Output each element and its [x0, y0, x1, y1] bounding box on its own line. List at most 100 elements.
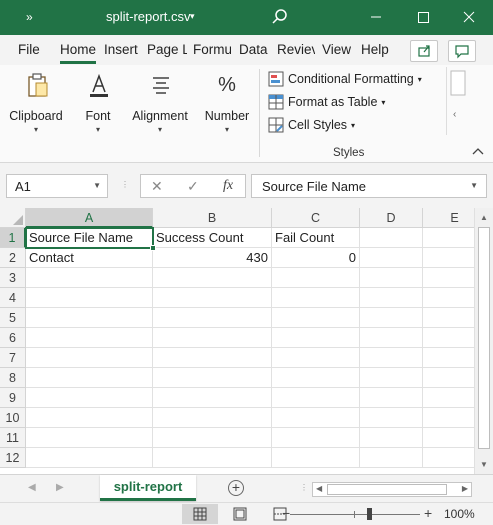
close-icon[interactable] — [458, 7, 480, 27]
normal-view-button[interactable] — [182, 504, 218, 524]
alignment-group[interactable]: Alignment ▾ — [130, 69, 190, 134]
cell-c3[interactable] — [272, 268, 360, 288]
cell-d11[interactable] — [360, 428, 423, 448]
cell-d1[interactable] — [360, 228, 423, 248]
cell-a8[interactable] — [26, 368, 153, 388]
row-header-9[interactable]: 9 — [0, 388, 26, 408]
column-header-b[interactable]: B — [153, 208, 272, 228]
cell-d4[interactable] — [360, 288, 423, 308]
tab-file[interactable]: File — [18, 42, 40, 57]
scroll-down-icon[interactable]: ▼ — [480, 460, 488, 469]
cell-e7[interactable] — [423, 348, 474, 368]
zoom-level[interactable]: 100% — [444, 507, 475, 521]
cell-e4[interactable] — [423, 288, 474, 308]
row-header-12[interactable]: 12 — [0, 448, 26, 468]
row-header-11[interactable]: 11 — [0, 428, 26, 448]
scroll-up-icon[interactable]: ▲ — [480, 213, 488, 222]
cell-c10[interactable] — [272, 408, 360, 428]
row-header-10[interactable]: 10 — [0, 408, 26, 428]
zoom-slider-thumb[interactable] — [367, 508, 372, 520]
cell-b9[interactable] — [153, 388, 272, 408]
cell-d8[interactable] — [360, 368, 423, 388]
cell-c4[interactable] — [272, 288, 360, 308]
clipboard-group[interactable]: Clipboard ▾ — [8, 69, 64, 134]
horizontal-scroll-thumb[interactable] — [327, 484, 447, 495]
share-button[interactable] — [410, 40, 438, 62]
tab-help[interactable]: Help — [361, 42, 389, 57]
cell-e1[interactable] — [423, 228, 474, 248]
cell-b3[interactable] — [153, 268, 272, 288]
insert-function-icon[interactable]: fx — [223, 178, 233, 194]
zoom-out-button[interactable]: − — [282, 505, 290, 521]
comments-button[interactable] — [448, 40, 476, 62]
cell-e11[interactable] — [423, 428, 474, 448]
vertical-scroll-thumb[interactable] — [478, 227, 490, 449]
cell-e9[interactable] — [423, 388, 474, 408]
cell-b1[interactable]: Success Count — [153, 228, 272, 248]
cell-b11[interactable] — [153, 428, 272, 448]
cell-c8[interactable] — [272, 368, 360, 388]
chevron-down-icon[interactable]: ▼ — [93, 181, 101, 190]
cell-a12[interactable] — [26, 448, 153, 468]
cell-c11[interactable] — [272, 428, 360, 448]
cell-b4[interactable] — [153, 288, 272, 308]
cell-e8[interactable] — [423, 368, 474, 388]
cell-e10[interactable] — [423, 408, 474, 428]
cell-b7[interactable] — [153, 348, 272, 368]
tab-view[interactable]: View — [322, 42, 351, 57]
tab-page-layout[interactable]: Page L — [147, 42, 187, 57]
cell-d7[interactable] — [360, 348, 423, 368]
cell-b2[interactable]: 430 — [153, 248, 272, 268]
row-header-1[interactable]: 1 — [0, 228, 26, 248]
row-header-8[interactable]: 8 — [0, 368, 26, 388]
add-sheet-icon[interactable]: + — [228, 480, 244, 496]
cell-d5[interactable] — [360, 308, 423, 328]
number-group[interactable]: % Number ▾ — [202, 69, 252, 134]
cell-e5[interactable] — [423, 308, 474, 328]
column-header-d[interactable]: D — [360, 208, 423, 228]
cell-a11[interactable] — [26, 428, 153, 448]
cell-b10[interactable] — [153, 408, 272, 428]
cell-a2[interactable]: Contact — [26, 248, 153, 268]
cell-c2[interactable]: 0 — [272, 248, 360, 268]
cell-a3[interactable] — [26, 268, 153, 288]
cell-b12[interactable] — [153, 448, 272, 468]
cell-a1[interactable]: Source File Name — [26, 228, 153, 248]
cell-d12[interactable] — [360, 448, 423, 468]
cell-b6[interactable] — [153, 328, 272, 348]
font-group[interactable]: Font ▾ — [78, 69, 118, 134]
cell-b5[interactable] — [153, 308, 272, 328]
cell-e6[interactable] — [423, 328, 474, 348]
cell-d9[interactable] — [360, 388, 423, 408]
row-header-2[interactable]: 2 — [0, 248, 26, 268]
cell-d6[interactable] — [360, 328, 423, 348]
next-sheet-icon[interactable]: ▶ — [56, 482, 64, 493]
scroll-right-icon[interactable]: ▶ — [462, 484, 468, 493]
cell-a4[interactable] — [26, 288, 153, 308]
cell-c5[interactable] — [272, 308, 360, 328]
row-header-4[interactable]: 4 — [0, 288, 26, 308]
cell-a6[interactable] — [26, 328, 153, 348]
formula-bar-resize-handle[interactable]: ⋮ — [121, 180, 129, 189]
document-title[interactable]: split-report.csv — [106, 9, 191, 24]
format-as-table-button[interactable]: Format as Table ▾ — [268, 94, 385, 110]
conditional-formatting-button[interactable]: Conditional Formatting ▾ — [268, 71, 422, 87]
cell-d3[interactable] — [360, 268, 423, 288]
cell-c7[interactable] — [272, 348, 360, 368]
cell-e12[interactable] — [423, 448, 474, 468]
cell-b8[interactable] — [153, 368, 272, 388]
tab-split-handle[interactable]: ⋮ — [300, 483, 308, 492]
row-header-5[interactable]: 5 — [0, 308, 26, 328]
previous-sheet-icon[interactable]: ◀ — [28, 482, 36, 493]
tab-review[interactable]: Reviev — [277, 42, 315, 57]
title-dropdown-icon[interactable]: ▾ — [190, 11, 195, 22]
column-header-e[interactable]: E — [423, 208, 474, 228]
cell-c6[interactable] — [272, 328, 360, 348]
cell-c9[interactable] — [272, 388, 360, 408]
tab-formulas[interactable]: Formu — [193, 42, 231, 57]
cell-c12[interactable] — [272, 448, 360, 468]
select-all-button[interactable] — [0, 208, 26, 228]
column-header-c[interactable]: C — [272, 208, 360, 228]
search-icon[interactable] — [270, 7, 290, 27]
row-header-7[interactable]: 7 — [0, 348, 26, 368]
